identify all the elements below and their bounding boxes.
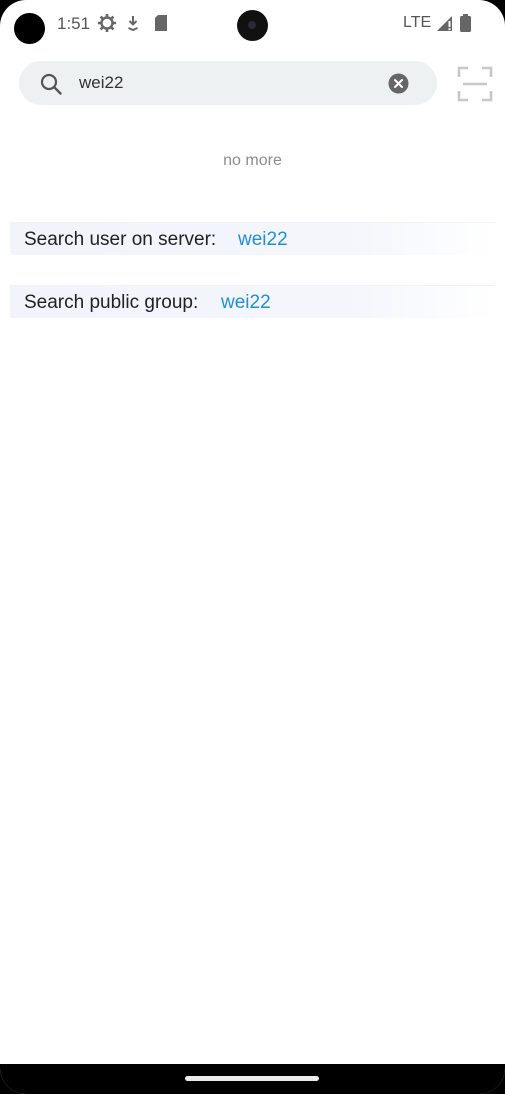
close-icon: [388, 73, 409, 94]
front-camera: [237, 10, 268, 41]
sd-card-icon: [154, 15, 168, 36]
search-user-label: Search user on server:: [24, 229, 217, 250]
search-icon: [39, 72, 63, 101]
notification-dot: [14, 13, 45, 44]
search-group-row[interactable]: Search public group: wei22: [10, 285, 495, 318]
scan-icon: [457, 66, 493, 102]
search-group-label: Search public group:: [24, 292, 199, 313]
signal-icon: [436, 15, 453, 37]
search-user-row[interactable]: Search user on server: wei22: [10, 222, 495, 255]
app-screen: 1:51 LTE wei22 no more Search user on se…: [0, 0, 505, 1094]
no-more-label: no more: [223, 152, 282, 169]
battery-icon: [460, 14, 471, 37]
clear-search-button[interactable]: [388, 73, 409, 94]
navigation-bar: [0, 1064, 505, 1094]
status-bar: 1:51 LTE: [0, 0, 505, 48]
search-group-term: wei22: [221, 292, 271, 313]
scan-button[interactable]: [457, 66, 493, 102]
download-icon: [127, 15, 139, 36]
search-input[interactable]: [79, 61, 379, 105]
search-bar: [19, 61, 437, 105]
home-indicator[interactable]: [185, 1076, 319, 1081]
network-type: LTE: [403, 14, 432, 31]
settings-icon: [97, 13, 117, 38]
search-user-term: wei22: [238, 229, 288, 250]
status-time: 1:51: [57, 14, 91, 33]
